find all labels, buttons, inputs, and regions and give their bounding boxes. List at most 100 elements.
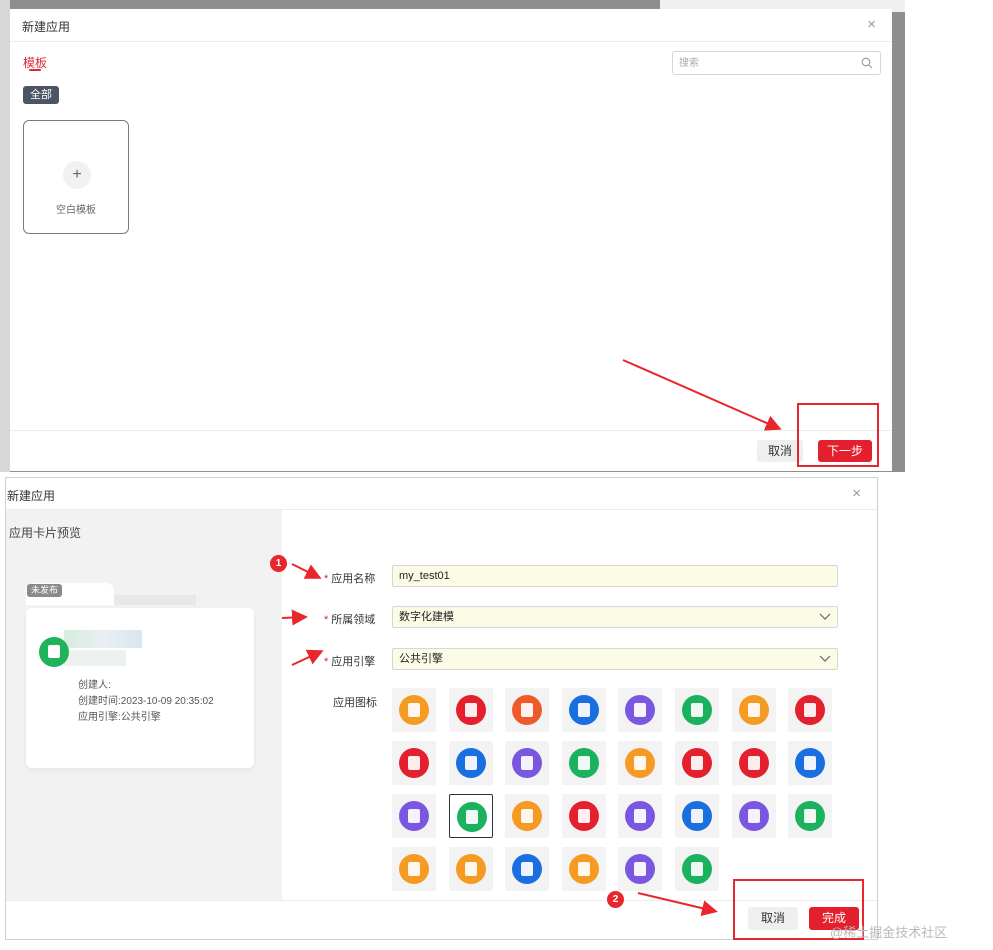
icon-glyph xyxy=(634,862,647,876)
new-app-dialog-step1: 新建应用 × 模板 全部 + 空白模板 取消 下一步 xyxy=(10,9,892,471)
domain-select[interactable]: 数字化建模 xyxy=(392,606,838,628)
icon-option[interactable] xyxy=(561,847,606,891)
folder-back-tab xyxy=(108,595,196,605)
step2-screenshot: 新建应用 × 应用卡片预览 未发布 创建人: 创建时间:2023-10-09 2… xyxy=(5,477,878,940)
domain-value: 数字化建模 xyxy=(399,611,454,623)
template-search[interactable] xyxy=(672,51,881,75)
icon-glyph xyxy=(408,809,420,823)
dialog-title: 新建应用 xyxy=(22,20,71,34)
icon-glyph xyxy=(634,756,647,770)
icon-glyph xyxy=(521,862,534,876)
search-icon[interactable] xyxy=(861,57,873,69)
search-input[interactable] xyxy=(679,55,849,71)
icon-option[interactable] xyxy=(618,741,663,785)
icon-glyph xyxy=(691,862,703,876)
blank-template-card[interactable]: + 空白模板 xyxy=(23,120,129,234)
name-label: * 应用名称 xyxy=(324,573,376,585)
icon-option[interactable] xyxy=(561,794,606,838)
icon-option[interactable] xyxy=(788,741,833,785)
icon-option[interactable] xyxy=(675,688,719,732)
icon-option[interactable] xyxy=(448,794,493,838)
engine-label: * 应用引擎 xyxy=(324,656,376,668)
icon-glyph xyxy=(465,810,478,824)
icon-option[interactable] xyxy=(675,741,719,785)
chevron-down-icon xyxy=(819,655,831,662)
highlight-box-next xyxy=(797,403,879,467)
icon-option[interactable] xyxy=(561,688,606,732)
icon-glyph xyxy=(577,809,590,823)
filter-chip-all[interactable]: 全部 xyxy=(23,86,59,104)
icon-option[interactable] xyxy=(505,794,550,838)
icon-option[interactable] xyxy=(505,847,550,891)
icon-glyph xyxy=(691,756,703,770)
icon-option[interactable] xyxy=(392,688,436,732)
icon-glyph xyxy=(747,703,760,717)
icon-option[interactable] xyxy=(618,688,663,732)
step1-screenshot: 新建应用 × 模板 全部 + 空白模板 取消 下一步 xyxy=(0,0,905,472)
icon-option[interactable] xyxy=(618,794,663,838)
icon-option[interactable] xyxy=(448,847,493,891)
chevron-down-icon xyxy=(819,613,831,620)
icon-glyph xyxy=(577,862,590,876)
icon-glyph xyxy=(577,703,590,717)
watermark: @稀土掘金技术社区 xyxy=(830,925,948,940)
step-marker-1: 1 xyxy=(270,555,287,572)
engine-text: 应用引擎:公共引擎 xyxy=(78,712,161,723)
icon-label: 应用图标 xyxy=(333,697,377,709)
icon-glyph xyxy=(464,703,477,717)
close-icon[interactable]: × xyxy=(867,16,876,33)
icon-option[interactable] xyxy=(788,794,833,838)
tab-active-indicator xyxy=(29,69,41,71)
icon-glyph xyxy=(521,809,534,823)
icon-option[interactable] xyxy=(448,741,493,785)
icon-glyph xyxy=(521,756,534,770)
engine-value: 公共引擎 xyxy=(399,653,443,665)
icon-glyph xyxy=(804,756,817,770)
icon-glyph xyxy=(521,703,534,717)
app-icon-preview xyxy=(39,637,69,667)
domain-label: * 所属领域 xyxy=(324,614,376,626)
icon-glyph xyxy=(408,862,420,876)
preview-title: 应用卡片预览 xyxy=(9,526,82,540)
blurred-name xyxy=(64,630,142,648)
plus-icon: + xyxy=(63,161,91,189)
icon-option[interactable] xyxy=(675,794,719,838)
icon-glyph xyxy=(408,703,420,717)
icon-glyph xyxy=(408,756,420,770)
status-badge: 未发布 xyxy=(27,584,63,597)
icon-glyph xyxy=(464,756,477,770)
card-preview-panel: 应用卡片预览 未发布 创建人: 创建时间:2023-10-09 20:35:02… xyxy=(6,510,282,900)
icon-option[interactable] xyxy=(505,688,550,732)
creator-text: 创建人: xyxy=(78,680,111,691)
icon-option[interactable] xyxy=(731,688,776,732)
icon-glyph xyxy=(747,756,760,770)
icon-option[interactable] xyxy=(392,847,436,891)
icon-glyph xyxy=(634,703,647,717)
icon-option[interactable] xyxy=(392,741,436,785)
step-marker-2: 2 xyxy=(607,891,624,908)
icon-glyph xyxy=(747,809,760,823)
dialog-header: 新建应用 × xyxy=(10,9,892,42)
icon-option[interactable] xyxy=(675,847,719,891)
blank-template-label: 空白模板 xyxy=(56,205,96,216)
icon-option[interactable] xyxy=(618,847,663,891)
icon-glyph xyxy=(691,809,703,823)
blurred-desc xyxy=(64,650,126,666)
dialog-title: 新建应用 xyxy=(7,489,56,503)
app-name-input[interactable]: my_test01 xyxy=(392,565,838,587)
icon-option[interactable] xyxy=(561,741,606,785)
icon-glyph xyxy=(804,703,817,717)
icon-glyph xyxy=(634,809,647,823)
icon-option[interactable] xyxy=(448,688,493,732)
icon-glyph xyxy=(577,756,590,770)
icon-option[interactable] xyxy=(731,794,776,838)
icon-option[interactable] xyxy=(505,741,550,785)
icon-glyph xyxy=(464,862,477,876)
icon-option[interactable] xyxy=(731,741,776,785)
engine-select[interactable]: 公共引擎 xyxy=(392,648,838,670)
background-page xyxy=(0,0,10,472)
icon-glyph xyxy=(691,703,703,717)
icon-option[interactable] xyxy=(392,794,436,838)
close-icon[interactable]: × xyxy=(852,485,861,502)
icon-option[interactable] xyxy=(788,688,833,732)
